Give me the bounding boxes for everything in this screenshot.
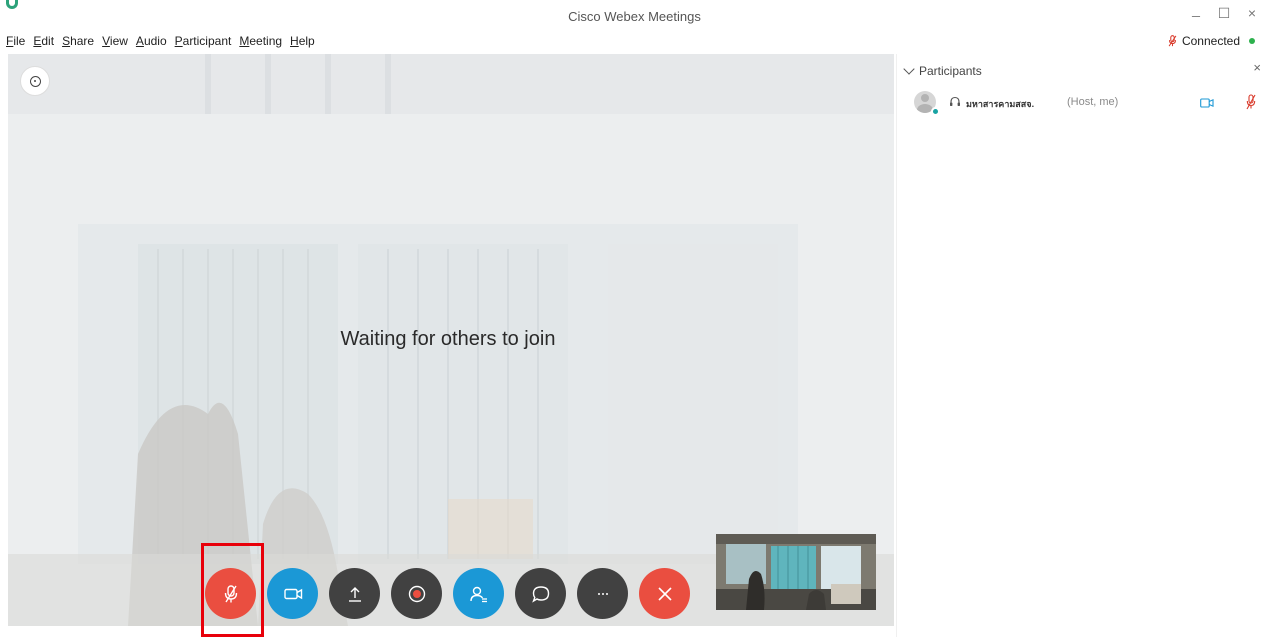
menu-view-mnemonic: V <box>102 34 110 48</box>
menu-participant-label: articipant <box>182 34 232 48</box>
menu-audio[interactable]: Audio <box>136 34 167 48</box>
menu-meeting-mnemonic: M <box>239 34 250 48</box>
waiting-message: Waiting for others to join <box>340 328 556 350</box>
window-controls: _ ☐ × <box>1189 1 1259 22</box>
title-bar: Cisco Webex Meetings _ ☐ × <box>0 0 1269 28</box>
chat-button[interactable] <box>515 568 566 619</box>
participant-role: (Host, me) <box>1067 96 1119 108</box>
menu-file[interactable]: File <box>6 34 25 48</box>
connection-status-text: Connected <box>1181 34 1240 48</box>
menu-view[interactable]: View <box>102 34 128 48</box>
participants-button[interactable] <box>453 568 504 619</box>
menu-audio-mnemonic: A <box>135 34 144 48</box>
muted-mic-icon[interactable] <box>1246 94 1256 110</box>
maximize-button[interactable]: ☐ <box>1217 5 1231 22</box>
menu-help[interactable]: Help <box>290 34 315 48</box>
info-icon <box>29 75 41 87</box>
headset-icon <box>950 96 960 106</box>
menu-meeting[interactable]: Meeting <box>239 34 282 48</box>
presence-status-icon <box>931 107 940 116</box>
ellipsis-icon <box>597 592 608 595</box>
video-button[interactable] <box>267 568 318 619</box>
menu-share[interactable]: Share <box>62 34 94 48</box>
upload-arrow-icon <box>348 586 361 602</box>
record-icon <box>408 585 425 602</box>
menu-share-mnemonic: S <box>62 34 71 48</box>
menu-meeting-label: eeting <box>249 34 283 48</box>
video-stage: Waiting for others to join <box>8 54 894 626</box>
mute-button-highlight <box>201 543 264 637</box>
muted-mic-icon <box>1168 35 1177 47</box>
participant-name: มหาสารคามสสจ. <box>966 99 1035 109</box>
menu-share-label: hare <box>70 34 95 48</box>
participants-panel-header[interactable]: Participants <box>897 62 982 80</box>
share-button[interactable] <box>329 568 380 619</box>
more-options-button[interactable] <box>577 568 628 619</box>
record-button[interactable] <box>391 568 442 619</box>
window-title: Cisco Webex Meetings <box>568 9 701 24</box>
close-window-button[interactable]: × <box>1245 5 1259 22</box>
menu-help-mnemonic: H <box>290 34 299 48</box>
connection-status: Connected <box>1168 34 1255 48</box>
self-view-frame <box>716 534 876 610</box>
close-x-icon <box>657 586 672 601</box>
meeting-controls-bar <box>205 568 690 619</box>
meeting-info-button[interactable] <box>20 66 50 96</box>
menu-help-label: elp <box>298 34 315 48</box>
connection-indicator-icon <box>1249 38 1255 44</box>
video-camera-icon[interactable] <box>1200 98 1214 108</box>
menu-bar: File Edit Share View Audio Participant M… <box>0 30 323 52</box>
participants-icon <box>469 586 487 602</box>
webex-logo-icon <box>6 0 18 9</box>
menu-view-label: iew <box>109 34 128 48</box>
participants-panel-title: Participants <box>919 64 982 78</box>
self-view-video[interactable] <box>716 534 876 610</box>
chevron-down-icon <box>903 63 915 75</box>
minimize-button[interactable]: _ <box>1189 1 1203 18</box>
leave-meeting-button[interactable] <box>639 568 690 619</box>
participant-row[interactable]: มหาสารคามสสจ. (Host, me) <box>897 88 1269 118</box>
participants-panel: Participants × มหาสารคามสสจ. (Host, me) <box>896 54 1269 637</box>
menu-audio-label: udio <box>143 34 167 48</box>
menu-participant-mnemonic: P <box>174 34 183 48</box>
video-camera-icon <box>283 588 302 599</box>
close-panel-button[interactable]: × <box>1253 60 1261 75</box>
menu-edit-label: dit <box>41 34 55 48</box>
menu-participant[interactable]: Participant <box>175 34 232 48</box>
menu-file-label: ile <box>13 34 26 48</box>
chat-bubble-icon <box>531 585 549 603</box>
menu-edit[interactable]: Edit <box>33 34 54 48</box>
